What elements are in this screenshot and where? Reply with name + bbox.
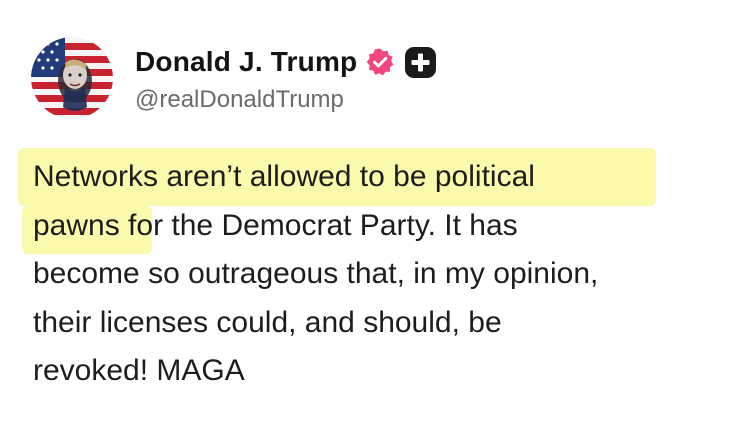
post-body-line: revoked! MAGA [33, 354, 245, 387]
author-name-row: Donald J. Trump [135, 42, 437, 82]
post-body: Networks aren’t allowed to be political … [33, 153, 743, 396]
post-body-line: their licenses could, and should, be [33, 305, 502, 339]
verified-badge-icon [365, 47, 395, 77]
avatar[interactable] [31, 37, 113, 119]
author-display-name[interactable]: Donald J. Trump [135, 46, 357, 78]
flag-portrait-avatar-icon [31, 37, 113, 119]
plus-badge-icon [404, 46, 437, 79]
post-body-line: Networks aren’t allowed to be political [33, 160, 535, 193]
post-card: Donald J. Trump @realDonaldTrump Network… [0, 0, 750, 429]
post-body-line: pawns for the Democrat Party. It has [33, 208, 518, 242]
author-handle[interactable]: @realDonaldTrump [135, 86, 344, 114]
post-body-line: become so outrageous that, in my opinion… [33, 257, 599, 290]
